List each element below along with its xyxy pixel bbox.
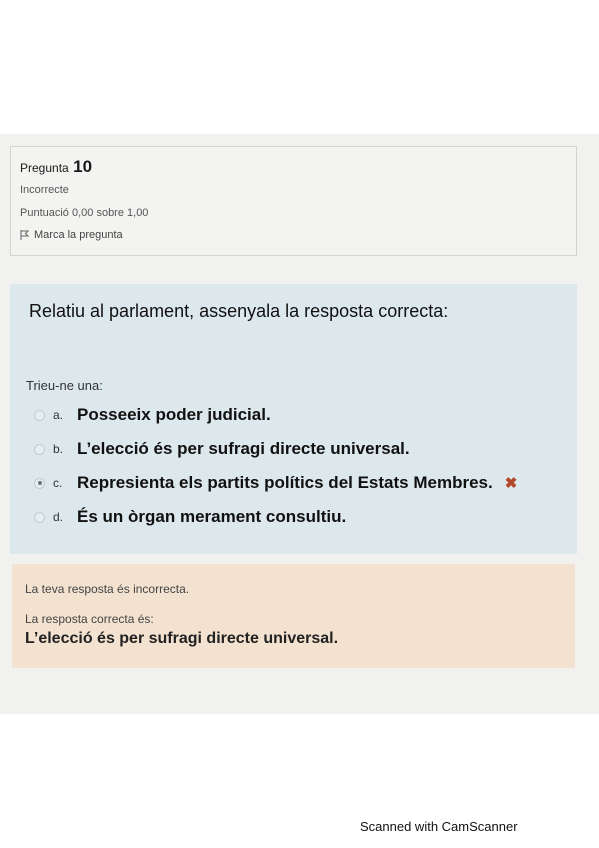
- question-grade: Puntuació 0,00 sobre 1,00: [20, 207, 149, 219]
- radio-button[interactable]: [34, 511, 45, 523]
- answer-letter: d.: [53, 510, 64, 524]
- answer-option-b[interactable]: b. L’elecció és per sufragi directe univ…: [34, 432, 517, 466]
- answer-letter: c.: [53, 476, 63, 490]
- answer-text: Represienta els partits polítics del Est…: [77, 473, 493, 492]
- answer-list: a. Posseeix poder judicial. b. L’elecció…: [34, 398, 517, 534]
- answer-option-c[interactable]: c. Represienta els partits polítics del …: [34, 466, 517, 500]
- feedback-incorrect-text: La teva resposta és incorrecta.: [25, 582, 190, 596]
- correct-answer-text: L’elecció és per sufragi directe univers…: [25, 630, 339, 647]
- question-number: 10: [73, 157, 93, 176]
- answer-text: És un òrgan merament consultiu.: [77, 507, 347, 526]
- feedback-panel: La teva resposta és incorrecta. La respo…: [12, 564, 575, 668]
- question-formulation: Relatiu al parlament, assenyala la respo…: [10, 284, 577, 554]
- answer-option-a[interactable]: a. Posseeix poder judicial.: [34, 398, 517, 432]
- correct-answer-label: La resposta correcta és:: [25, 612, 154, 626]
- answer-text: L’elecció és per sufragi directe univers…: [77, 439, 410, 458]
- answer-option-d[interactable]: d. És un òrgan merament consultiu.: [34, 500, 517, 534]
- radio-button-selected[interactable]: [34, 477, 45, 489]
- question-label: Pregunta: [20, 161, 69, 175]
- answer-letter: a.: [53, 408, 64, 422]
- camscanner-watermark: Scanned with CamScanner: [360, 819, 518, 834]
- screen-photo: Pregunta 10 Incorrecte Puntuació 0,00 so…: [0, 134, 599, 714]
- incorrect-icon: ✖: [504, 475, 518, 492]
- flag-icon: [20, 230, 29, 240]
- flag-question-link[interactable]: Marca la pregunta: [20, 229, 576, 241]
- answer-prompt: Trieu-ne una:: [26, 378, 103, 393]
- question-info: Pregunta 10 Incorrecte Puntuació 0,00 so…: [10, 146, 577, 256]
- question-text: Relatiu al parlament, assenyala la respo…: [29, 301, 449, 321]
- answer-letter: b.: [53, 442, 64, 456]
- question-heading: Pregunta 10: [20, 157, 576, 177]
- flag-label: Marca la pregunta: [34, 229, 123, 241]
- radio-button[interactable]: [34, 443, 45, 455]
- answer-text: Posseeix poder judicial.: [77, 405, 271, 424]
- radio-button[interactable]: [34, 409, 45, 421]
- question-state: Incorrecte: [20, 184, 69, 196]
